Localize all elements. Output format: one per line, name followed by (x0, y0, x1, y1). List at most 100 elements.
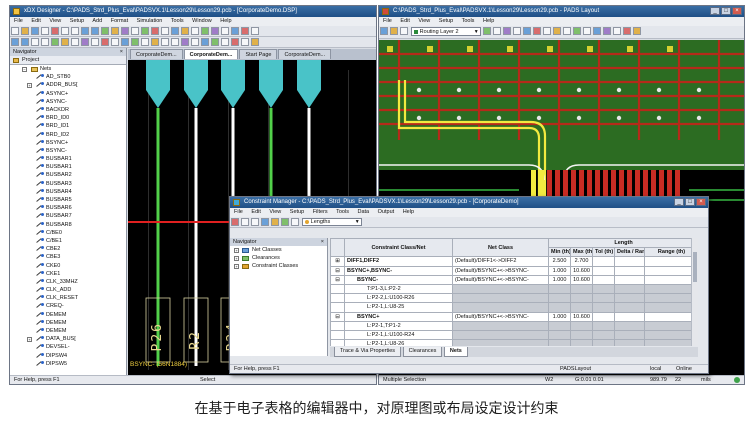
undo-icon[interactable] (81, 27, 89, 35)
row-net-class[interactable] (452, 339, 549, 346)
row-min[interactable]: 1.000 (548, 311, 571, 322)
row-class-net[interactable]: L:P2-1,L:U8-25 (344, 302, 453, 313)
row-expand-icon[interactable] (330, 293, 345, 304)
tile-icon[interactable] (251, 38, 259, 46)
route-icon[interactable] (483, 27, 492, 35)
tab-nets[interactable]: Nets (443, 347, 468, 357)
cm-menu-edit[interactable]: Edit (251, 209, 260, 215)
net-list-item[interactable]: + ADDR_BUS[ (10, 81, 126, 89)
refresh-icon[interactable] (201, 38, 209, 46)
row-delta[interactable] (614, 256, 645, 267)
row-net-class[interactable] (452, 293, 549, 304)
row-delta[interactable] (614, 339, 645, 346)
search-icon[interactable] (91, 38, 99, 46)
constraint-row[interactable]: ⊟ BSYNC- (Default)/BSYNC+<->BSYNC- 1.000 10.… (330, 274, 698, 285)
row-min[interactable]: 1.000 (548, 265, 571, 276)
cm-copy-icon[interactable] (251, 218, 259, 226)
cm-navigator-close-icon[interactable]: × (321, 238, 324, 246)
net-list-item[interactable]: BUSBAR1 (10, 155, 126, 163)
cm-menu-output[interactable]: Output (378, 209, 395, 215)
cm-menu-setup[interactable]: Setup (290, 209, 304, 215)
cm-view-select[interactable]: Lengths ▼ (301, 218, 362, 226)
cm-paste-icon[interactable] (261, 218, 269, 226)
col-min[interactable]: Min (th) (548, 247, 571, 258)
netlist-icon[interactable] (221, 27, 229, 35)
sim-icon[interactable] (131, 38, 139, 46)
constraint-icon[interactable] (181, 38, 189, 46)
net-list-item[interactable]: CBE3 (10, 253, 126, 261)
row-net-class[interactable]: (Default)/BSYNC+<->BSYNC- (452, 311, 549, 322)
row-min[interactable]: 1.000 (548, 274, 571, 285)
nets-root[interactable]: − Nets (10, 65, 126, 73)
cm-menu-view[interactable]: View (269, 209, 281, 215)
zoom-fit-icon[interactable] (31, 38, 39, 46)
row-class-net[interactable]: BSYNC+,BSYNC- (344, 265, 453, 276)
options-icon[interactable] (221, 38, 229, 46)
col-range[interactable]: Range (th) (643, 247, 698, 258)
layout-menu-tools[interactable]: Tools (462, 18, 475, 24)
layout-print-icon[interactable] (400, 27, 408, 35)
close-button[interactable]: × (732, 7, 742, 15)
row-max[interactable]: 10.600 (570, 265, 593, 276)
cm-menu-tools[interactable]: Tools (336, 209, 349, 215)
row-min[interactable]: 2.500 (548, 256, 571, 267)
net-list-item[interactable]: DEVSEL- (10, 343, 126, 351)
col-tol[interactable]: Tol (th) (592, 247, 615, 258)
menu-help[interactable]: Help (220, 18, 231, 24)
doc-tab-2[interactable]: CorporateDem... (183, 49, 239, 59)
row-max[interactable]: 10.600 (570, 311, 593, 322)
net-list-item[interactable]: BRD_ID1 (10, 122, 126, 130)
net-list-item[interactable]: BUSBAR7 (10, 212, 126, 220)
net-list-item[interactable]: DIPSW4 (10, 352, 126, 360)
row-class-net[interactable]: L:P2-1,L:U100-R24 (344, 329, 453, 341)
row-max[interactable] (570, 320, 593, 331)
collapse-icon[interactable]: − (22, 66, 27, 72)
row-expand-icon[interactable] (330, 302, 345, 313)
row-delta[interactable] (614, 274, 645, 285)
expand-icon[interactable]: + (234, 263, 239, 269)
row-max[interactable]: 2.700 (570, 256, 593, 267)
row-tol[interactable] (592, 329, 615, 341)
drc-icon[interactable] (503, 27, 512, 35)
row-expand-icon[interactable] (330, 329, 345, 341)
navigator-close-icon[interactable]: × (120, 48, 123, 56)
row-net-class[interactable]: (Default)/BSYNC+<->BSYNC- (452, 274, 549, 285)
net-list-item[interactable]: BACKDR (10, 106, 126, 114)
zoom-in-icon[interactable] (11, 38, 19, 46)
net-list-item[interactable]: ASYNC- (10, 98, 126, 106)
net-list-item[interactable]: BSYNC- (10, 147, 126, 155)
constraint-row[interactable]: L:P2-1,L:U100-R24 (330, 329, 698, 341)
layer-select[interactable]: Routing Layer 2 ▼ (410, 27, 481, 36)
select-icon[interactable] (61, 38, 69, 46)
help-icon[interactable] (251, 27, 259, 35)
minimize-button[interactable]: _ (710, 7, 720, 15)
row-delta[interactable] (614, 283, 645, 295)
cm-find-icon[interactable] (291, 218, 299, 226)
window-icon[interactable] (241, 38, 249, 46)
design-icon[interactable] (493, 27, 502, 35)
row-class-net[interactable]: DIFF1,DIFF2 (344, 256, 453, 267)
constraint-row[interactable]: L:P2-1,L:U8-26 (330, 339, 698, 346)
row-min[interactable] (548, 283, 571, 295)
tab-clearances[interactable]: Clearances (402, 347, 443, 357)
cm-menu-filters[interactable]: Filters (313, 209, 328, 215)
net-list-item[interactable]: BUSBAR4 (10, 188, 126, 196)
row-tol[interactable] (592, 320, 615, 331)
col-max[interactable]: Max (th) (570, 247, 593, 258)
menu-setup[interactable]: Setup (70, 18, 84, 24)
layout-3d-icon[interactable] (613, 27, 622, 35)
layout-select-icon[interactable] (563, 27, 572, 35)
col-class-net[interactable]: Constraint Class/Net (344, 238, 453, 258)
net-list-item[interactable]: DEMEM (10, 327, 126, 335)
row-range[interactable] (643, 265, 698, 276)
menu-window[interactable]: Window (192, 18, 212, 24)
net-list-item[interactable]: CLK_ADD (10, 286, 126, 294)
row-min[interactable] (548, 302, 571, 313)
highlight-icon[interactable] (101, 38, 109, 46)
cm-undo-icon[interactable] (271, 218, 279, 226)
measure-icon[interactable] (111, 38, 119, 46)
net-list-item[interactable]: BUSBAR5 (10, 196, 126, 204)
cm-cut-icon[interactable] (241, 218, 249, 226)
stop-icon[interactable] (241, 27, 249, 35)
cm-exit-icon[interactable] (231, 218, 239, 226)
